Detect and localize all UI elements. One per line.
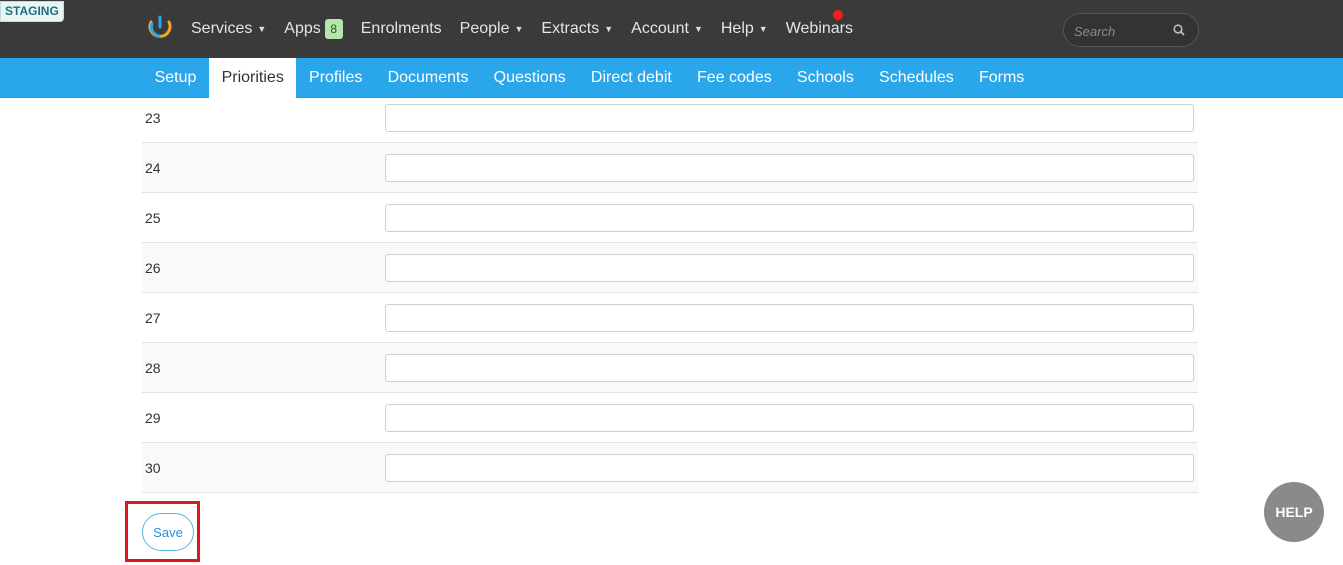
nav-webinars[interactable]: Webinars <box>777 20 862 38</box>
tab-priorities[interactable]: Priorities <box>209 58 297 98</box>
priority-number: 27 <box>145 310 161 326</box>
top-navbar: STAGING Services ▼ Apps 8 Enrolments Peo… <box>0 0 1343 58</box>
priority-input[interactable] <box>385 354 1194 382</box>
nav-webinars-label: Webinars <box>785 20 853 37</box>
priority-row: 27 <box>142 293 1198 343</box>
tab-direct-debit[interactable]: Direct debit <box>578 58 684 98</box>
nav-people-label: People <box>459 20 510 37</box>
nav-services[interactable]: Services ▼ <box>182 20 275 38</box>
chevron-down-icon: ▼ <box>758 24 768 34</box>
priority-row: 23 <box>142 93 1198 143</box>
save-button[interactable]: Save <box>142 513 194 551</box>
priority-row: 24 <box>142 143 1198 193</box>
nav-apps-label: Apps <box>284 20 321 37</box>
nav-apps[interactable]: Apps 8 <box>275 19 351 39</box>
nav-enrolments-label: Enrolments <box>360 20 442 37</box>
nav-help-label: Help <box>720 20 754 37</box>
priority-number: 26 <box>145 260 161 276</box>
priority-input[interactable] <box>385 304 1194 332</box>
tab-forms[interactable]: Forms <box>966 58 1037 98</box>
app-logo-icon[interactable] <box>147 14 173 40</box>
priority-input[interactable] <box>385 404 1194 432</box>
nav-services-label: Services <box>191 20 253 37</box>
tab-setup[interactable]: Setup <box>142 58 209 98</box>
chevron-down-icon: ▼ <box>693 24 703 34</box>
priority-number: 28 <box>145 360 161 376</box>
nav-extracts[interactable]: Extracts ▼ <box>532 20 622 38</box>
nav-account-label: Account <box>631 20 689 37</box>
tab-questions[interactable]: Questions <box>481 58 578 98</box>
priority-input[interactable] <box>385 104 1194 132</box>
nav-people[interactable]: People ▼ <box>451 20 533 38</box>
priority-row: 25 <box>142 193 1198 243</box>
priority-row: 30 <box>142 443 1198 493</box>
tab-schedules[interactable]: Schedules <box>866 58 966 98</box>
priorities-list: 23 24 25 26 27 28 29 30 <box>142 93 1198 493</box>
sub-navbar: Setup Priorities Profiles Documents Ques… <box>0 58 1343 98</box>
search-input[interactable] <box>1074 21 1169 41</box>
tab-profiles[interactable]: Profiles <box>296 58 375 98</box>
tab-schools[interactable]: Schools <box>784 58 866 98</box>
nav-help[interactable]: Help ▼ <box>712 20 777 38</box>
tab-fee-codes[interactable]: Fee codes <box>684 58 784 98</box>
priority-row: 28 <box>142 343 1198 393</box>
priority-input[interactable] <box>385 204 1194 232</box>
notification-dot <box>833 10 843 20</box>
tab-documents[interactable]: Documents <box>375 58 481 98</box>
chevron-down-icon: ▼ <box>257 24 267 34</box>
nav-account[interactable]: Account ▼ <box>622 20 712 38</box>
main-nav: Services ▼ Apps 8 Enrolments People ▼ Ex… <box>182 0 862 58</box>
priority-number: 23 <box>145 110 161 126</box>
priority-row: 26 <box>142 243 1198 293</box>
chevron-down-icon: ▼ <box>514 24 524 34</box>
staging-badge: STAGING <box>0 1 64 22</box>
nav-enrolments[interactable]: Enrolments <box>352 20 451 38</box>
apps-count-badge: 8 <box>324 19 343 39</box>
priority-number: 25 <box>145 210 161 226</box>
priority-number: 24 <box>145 160 161 176</box>
nav-extracts-label: Extracts <box>541 20 600 37</box>
priority-number: 30 <box>145 460 161 476</box>
priority-number: 29 <box>145 410 161 426</box>
priority-input[interactable] <box>385 254 1194 282</box>
search-icon[interactable] <box>1172 23 1186 37</box>
priority-input[interactable] <box>385 454 1194 482</box>
search-box[interactable] <box>1063 13 1199 47</box>
priority-row: 29 <box>142 393 1198 443</box>
settings-tabs: Setup Priorities Profiles Documents Ques… <box>142 58 1037 98</box>
help-button[interactable]: HELP <box>1264 482 1324 542</box>
chevron-down-icon: ▼ <box>604 24 614 34</box>
priority-input[interactable] <box>385 154 1194 182</box>
